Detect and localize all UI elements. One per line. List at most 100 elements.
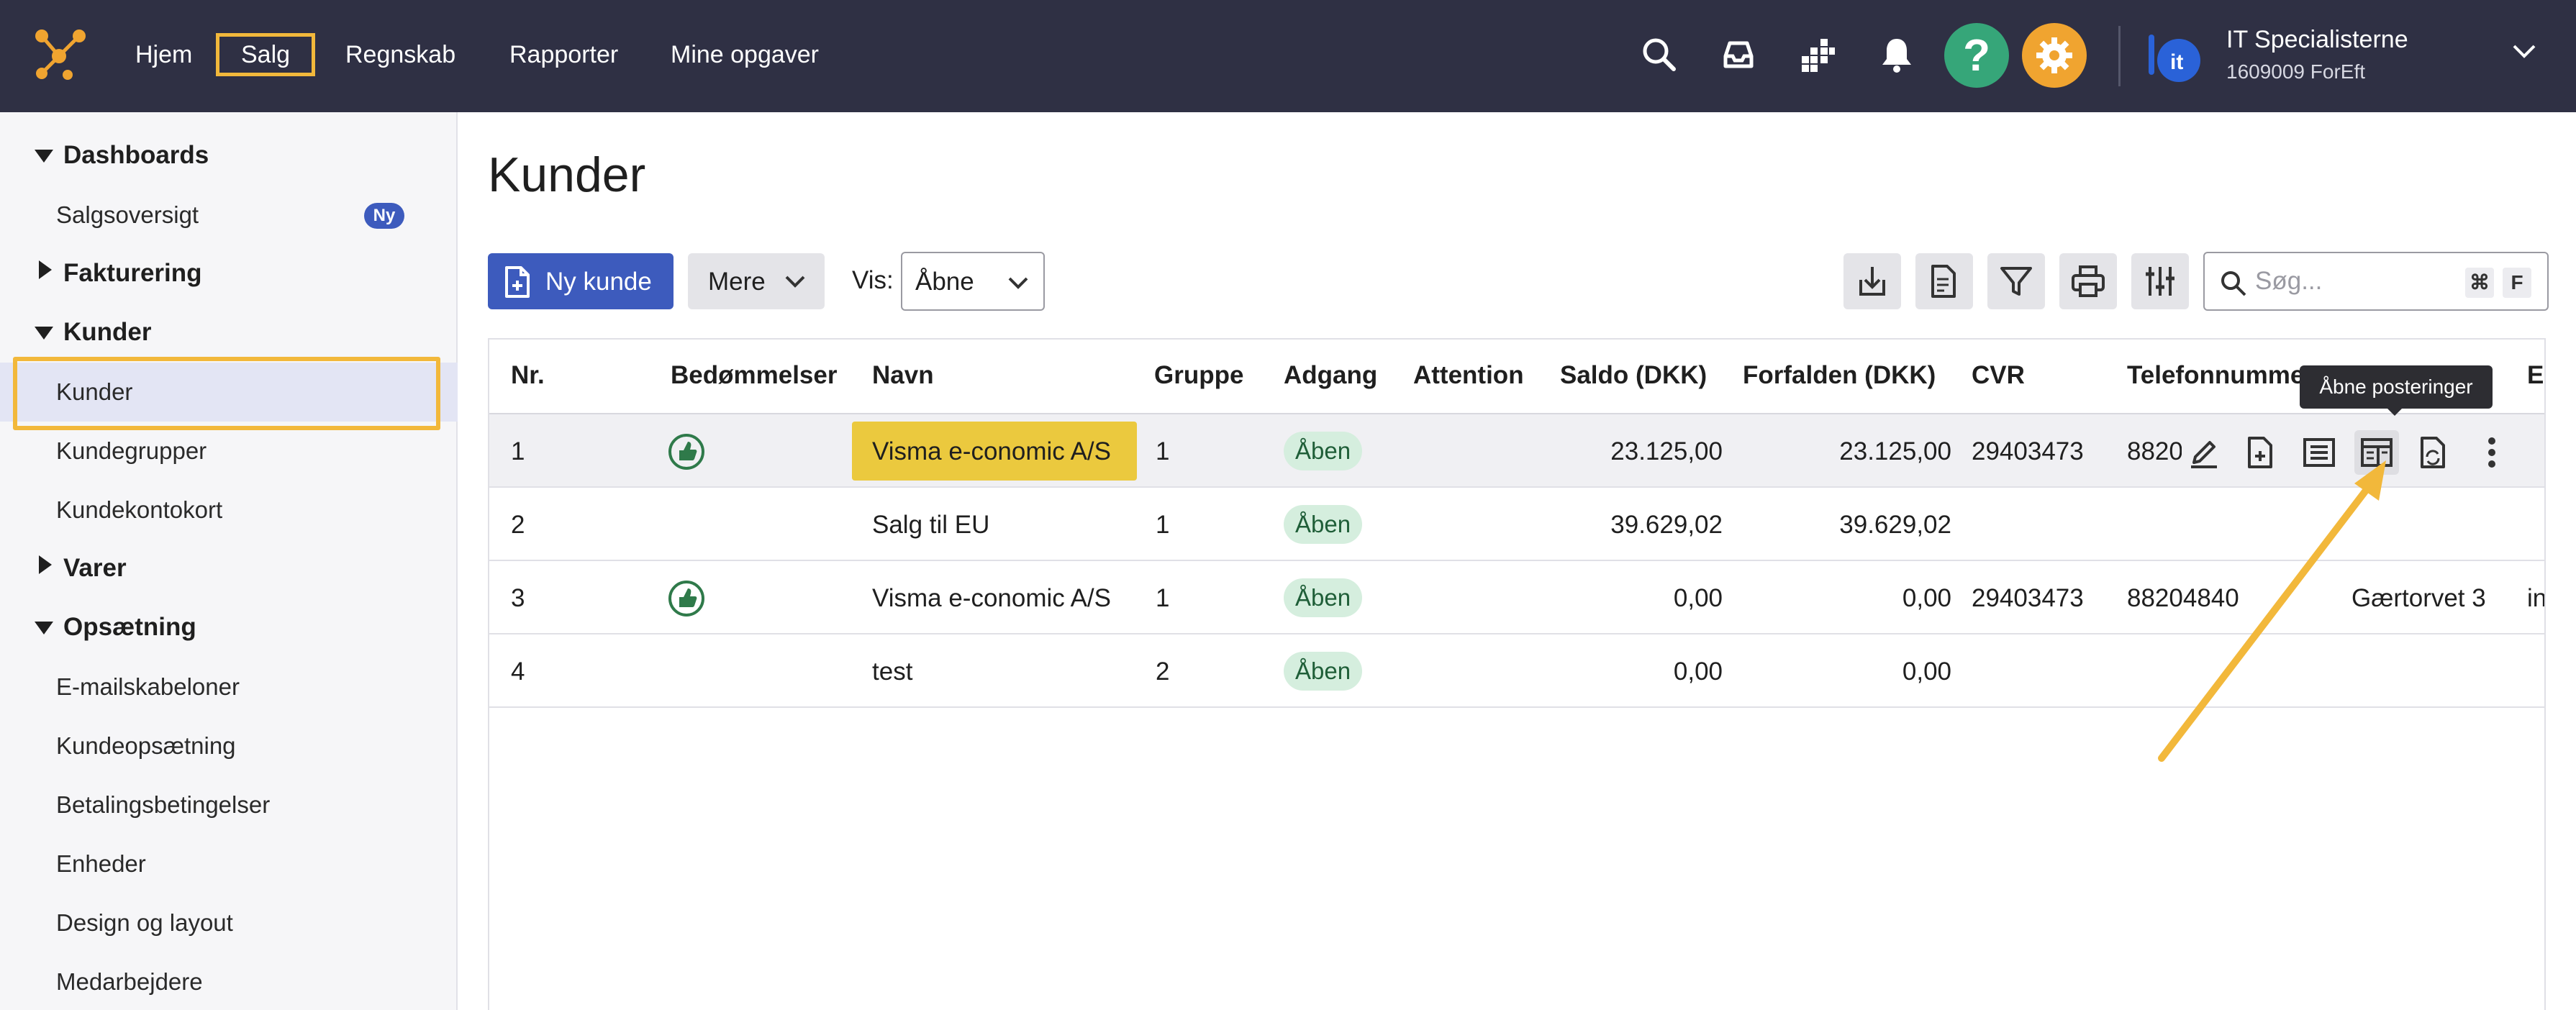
import-button[interactable] bbox=[1843, 253, 1901, 309]
cell-overdue: 23.125,00 bbox=[1839, 437, 1951, 465]
sidebar-item-kundekontokort[interactable]: Kundekontokort bbox=[0, 481, 458, 540]
columns-settings-icon bbox=[2146, 267, 2174, 296]
column-header-nr[interactable]: Nr. bbox=[511, 361, 545, 390]
column-header-cvr[interactable]: CVR bbox=[1972, 361, 2025, 390]
company-logo-icon: it bbox=[2149, 35, 2200, 82]
cell-saldo: 23.125,00 bbox=[1610, 437, 1723, 465]
column-header-bedommelser[interactable]: Bedømmelser bbox=[671, 361, 837, 390]
more-actions-button[interactable] bbox=[2470, 430, 2514, 475]
chevron-down-icon bbox=[785, 276, 805, 288]
column-header-attention[interactable]: Attention bbox=[1413, 361, 1524, 390]
sidebar: Dashboards Salgsoversigt Ny Fakturering … bbox=[0, 112, 458, 1010]
view-label: Vis: bbox=[852, 266, 894, 294]
sidebar-item-enheder[interactable]: Enheder bbox=[0, 834, 458, 893]
nav-hjem[interactable]: Hjem bbox=[124, 33, 204, 76]
sidebar-item-e-mailskabeloner[interactable]: E-mailskabeloner bbox=[0, 658, 458, 716]
new-badge: Ny bbox=[364, 203, 404, 229]
more-button[interactable]: Mere bbox=[688, 253, 825, 309]
thumbs-up-icon bbox=[668, 434, 704, 470]
sidebar-item-salgsoversigt[interactable]: Salgsoversigt Ny bbox=[0, 186, 458, 245]
sidebar-item-design-og-layout[interactable]: Design og layout bbox=[0, 893, 458, 952]
export-icon bbox=[1931, 265, 1956, 298]
cell-cvr: 29403473 bbox=[1972, 437, 2084, 465]
more-vertical-icon bbox=[2488, 437, 2495, 468]
inbox-icon[interactable] bbox=[1711, 27, 1766, 82]
sync-document-button[interactable] bbox=[2412, 430, 2457, 475]
search-box[interactable]: ⌘ F bbox=[2203, 252, 2549, 311]
topbar-divider bbox=[2118, 26, 2121, 86]
search-icon[interactable] bbox=[1632, 27, 1687, 82]
cell-overdue: 0,00 bbox=[1902, 658, 1951, 686]
cell-overdue: 0,00 bbox=[1902, 584, 1951, 612]
search-input[interactable] bbox=[2255, 265, 2442, 298]
caret-down-icon bbox=[35, 622, 53, 634]
column-header-gruppe[interactable]: Gruppe bbox=[1154, 361, 1243, 390]
status-badge: Åben bbox=[1284, 578, 1363, 617]
chevron-down-icon bbox=[1008, 277, 1028, 289]
sync-document-icon bbox=[2421, 437, 2445, 468]
nav-mine-opgaver[interactable]: Mine opgaver bbox=[659, 33, 830, 76]
company-number[interactable]: 1609009 ForEft bbox=[2226, 60, 2365, 83]
sidebar-section-dashboards[interactable]: Dashboards bbox=[0, 127, 458, 186]
tooltip-pointer bbox=[2386, 407, 2403, 416]
cell-nr: 4 bbox=[511, 658, 525, 686]
cell-group: 2 bbox=[1156, 658, 1170, 686]
cell-group: 1 bbox=[1156, 437, 1170, 465]
cell-nr: 2 bbox=[511, 511, 525, 539]
sidebar-section-fakturering[interactable]: Fakturering bbox=[0, 245, 458, 304]
sidebar-item-medarbejdere[interactable]: Medarbejdere bbox=[0, 952, 458, 1010]
column-header-navn[interactable]: Navn bbox=[872, 361, 934, 390]
top-navigation-bar: Hjem Salg Regnskab Rapporter Mine opgave… bbox=[0, 0, 2576, 112]
cell-name[interactable]: Visma e-conomic A/S bbox=[872, 437, 1111, 466]
tooltip: Åbne posteringer bbox=[2300, 365, 2493, 409]
nav-rapporter[interactable]: Rapporter bbox=[498, 33, 630, 76]
cell-saldo: 0,00 bbox=[1673, 658, 1723, 686]
sidebar-section-varer[interactable]: Varer bbox=[0, 540, 458, 599]
sidebar-section-opsaetning[interactable]: Opsætning bbox=[0, 599, 458, 658]
svg-text:it: it bbox=[2170, 50, 2183, 74]
apps-icon[interactable] bbox=[1790, 27, 1845, 82]
cell-name[interactable]: test bbox=[872, 658, 912, 686]
view-select[interactable]: Åbne bbox=[901, 252, 1045, 311]
column-header-forfalden[interactable]: Forfalden (DKK) bbox=[1743, 361, 1936, 390]
print-icon bbox=[2072, 265, 2105, 297]
sidebar-item-kundegrupper[interactable]: Kundegrupper bbox=[0, 422, 458, 481]
cell-overdue: 39.629,02 bbox=[1839, 511, 1951, 539]
company-name[interactable]: IT Specialisterne bbox=[2226, 26, 2408, 54]
export-button[interactable] bbox=[1915, 253, 1973, 309]
shortcut-f-key: F bbox=[2503, 268, 2531, 298]
settings-icon[interactable] bbox=[2022, 23, 2087, 88]
economic-logo[interactable] bbox=[32, 26, 89, 83]
chevron-down-icon[interactable] bbox=[2511, 43, 2537, 60]
column-header-adgang[interactable]: Adgang bbox=[1284, 361, 1377, 390]
cell-email: in bbox=[2527, 584, 2546, 612]
sidebar-item-kundeopsaetning[interactable]: Kundeopsætning bbox=[0, 716, 458, 775]
highlight-frame bbox=[13, 357, 440, 430]
new-customer-button[interactable]: Ny kunde bbox=[488, 253, 674, 309]
print-button[interactable] bbox=[2059, 253, 2117, 309]
filter-button[interactable] bbox=[1987, 253, 2045, 309]
column-settings-button[interactable] bbox=[2131, 253, 2189, 309]
shortcut-cmd-key: ⌘ bbox=[2465, 268, 2494, 298]
nav-salg[interactable]: Salg bbox=[216, 33, 316, 76]
import-icon bbox=[1859, 267, 1885, 296]
new-document-icon bbox=[505, 266, 530, 298]
column-header-saldo[interactable]: Saldo (DKK) bbox=[1560, 361, 1707, 390]
cell-name[interactable]: Visma e-conomic A/S bbox=[872, 584, 1111, 613]
status-badge: Åben bbox=[1284, 505, 1363, 544]
cell-group: 1 bbox=[1156, 511, 1170, 539]
sidebar-item-betalingsbetingelser[interactable]: Betalingsbetingelser bbox=[0, 775, 458, 834]
caret-right-icon bbox=[39, 555, 52, 574]
cell-name[interactable]: Salg til EU bbox=[872, 511, 989, 540]
column-header-email[interactable]: E- bbox=[2527, 361, 2544, 390]
sidebar-section-kunder[interactable]: Kunder bbox=[0, 304, 458, 363]
caret-right-icon bbox=[39, 260, 52, 279]
page-title: Kunder bbox=[488, 147, 646, 202]
caret-down-icon bbox=[35, 150, 53, 163]
column-header-telefonnummer[interactable]: Telefonnummer bbox=[2127, 361, 2314, 390]
cell-saldo: 0,00 bbox=[1673, 584, 1723, 612]
bell-icon[interactable] bbox=[1869, 27, 1924, 82]
nav-regnskab[interactable]: Regnskab bbox=[334, 33, 467, 76]
cell-group: 1 bbox=[1156, 584, 1170, 612]
help-icon[interactable]: ? bbox=[1944, 23, 2009, 88]
